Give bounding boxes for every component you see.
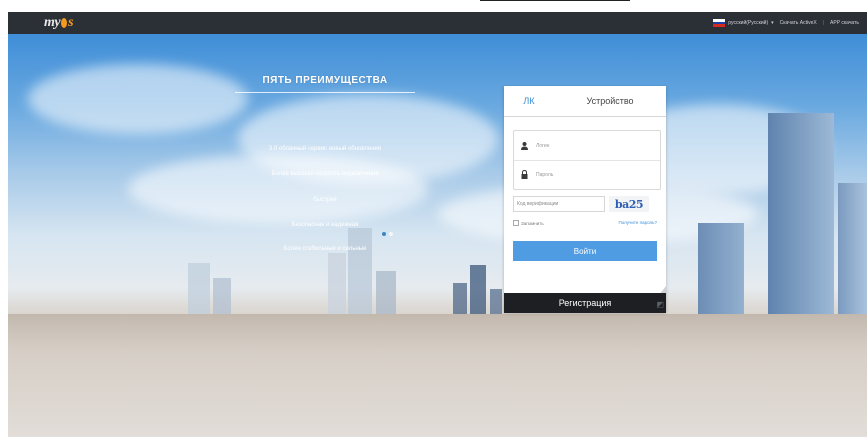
separator: | (822, 20, 825, 26)
password-input[interactable] (534, 170, 648, 179)
username-row (514, 131, 660, 161)
building (698, 223, 744, 323)
verification-row: ba25 (513, 196, 659, 212)
feature-item: 3.0 облачный сервис новый обновления (268, 146, 382, 152)
activex-download-link[interactable]: Скачать ActiveX (780, 20, 817, 26)
carousel-dots (382, 232, 393, 236)
password-row (514, 160, 660, 189)
cloud (28, 64, 248, 134)
language-label: русский(Русский) (728, 20, 769, 26)
feature-item: Более стабильные и сильные (283, 246, 367, 252)
tab-device[interactable]: Устройство (554, 86, 666, 116)
tab-account[interactable]: ЛК (504, 86, 554, 116)
user-icon (514, 141, 534, 150)
remember-label: Запомнить (521, 220, 544, 226)
features-title: ПЯТЬ ПРЕИМУЩЕСТВА (262, 75, 388, 86)
building (768, 113, 834, 323)
username-input[interactable] (534, 141, 648, 150)
features-divider (235, 92, 415, 93)
verification-code-input[interactable] (513, 196, 605, 212)
feature-item: Более высокая скорость подключения (271, 171, 379, 177)
logo-eye-icon (61, 18, 68, 28)
feature-item: Безопасная и надежная (291, 222, 359, 228)
ground-plane (8, 314, 867, 437)
carousel-dot[interactable] (389, 232, 393, 236)
top-bar: my s русский(Русский) ▾ Скачать ActiveX … (8, 12, 867, 34)
login-panel: ЛК Устройство ba25 Запомнить Получите па… (504, 86, 666, 313)
top-strip (0, 0, 867, 12)
remember-me[interactable]: Запомнить (513, 220, 544, 226)
logo-text: my (44, 15, 61, 30)
qr-corner-icon[interactable]: ◩ (656, 300, 664, 309)
hero-background (8, 34, 867, 437)
top-underline (480, 0, 630, 1)
app-download-link[interactable]: APP скачать (830, 20, 859, 26)
captcha-image[interactable]: ba25 (609, 196, 649, 212)
carousel-dot[interactable] (382, 232, 386, 236)
building (348, 228, 372, 323)
cloud (128, 154, 428, 224)
login-tabs: ЛК Устройство (504, 86, 666, 117)
caret-down-icon: ▾ (771, 20, 774, 26)
lock-icon (514, 170, 534, 179)
building (838, 183, 867, 323)
forgot-password-link[interactable]: Получите пароль? (619, 220, 657, 225)
remember-checkbox[interactable] (513, 220, 519, 226)
language-select[interactable]: русский(Русский) ▾ (713, 19, 774, 28)
register-button[interactable]: Регистрация (504, 293, 666, 313)
brand-logo[interactable]: my s (44, 14, 74, 32)
russia-flag-icon (713, 19, 726, 28)
feature-item: быстрее (313, 197, 337, 203)
login-button[interactable]: Войти (513, 241, 657, 261)
building (328, 253, 346, 323)
header-actions: русский(Русский) ▾ Скачать ActiveX | APP… (713, 12, 859, 34)
credentials-box (513, 130, 661, 190)
logo-accent: s (68, 15, 74, 30)
